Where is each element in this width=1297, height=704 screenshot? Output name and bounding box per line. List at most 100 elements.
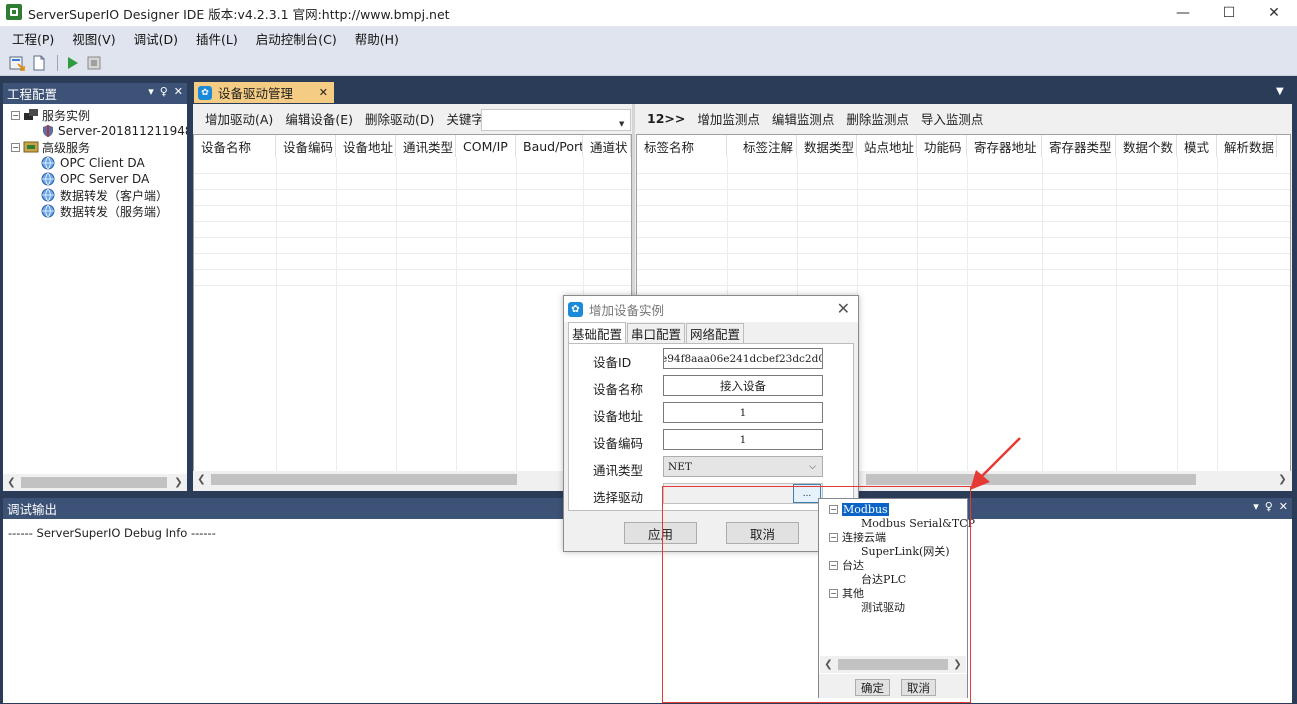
tree-node-forward-client[interactable]: 数据转发（客户端） — [11, 187, 187, 203]
project-tree: − 服务实例 Server-20181121194812 − 高级服务 OPC … — [3, 104, 187, 219]
column-header[interactable]: 标签名称 — [637, 135, 727, 157]
column-header[interactable]: 解析数据 — [1217, 135, 1277, 157]
menu-debug[interactable]: 调试(D) — [128, 29, 184, 48]
tab-device-driver-manager[interactable]: ✿ 设备驱动管理 ✕ — [194, 82, 334, 103]
scroll-thumb[interactable] — [211, 474, 517, 485]
device-id-label: 设备ID — [593, 355, 632, 370]
scroll-left-icon[interactable]: ❮ — [193, 471, 210, 488]
page-indicator[interactable]: 12>> — [647, 111, 685, 126]
pin-icon[interactable]: ♀ — [160, 85, 168, 98]
minimize-button[interactable]: — — [1160, 0, 1206, 26]
debug-panel-title: 调试输出 — [7, 502, 58, 517]
overflow-dropdown-icon[interactable]: ▼ — [619, 120, 629, 130]
add-driver-button[interactable]: 增加驱动(A) — [205, 109, 273, 128]
scroll-right-icon[interactable]: ❯ — [1274, 471, 1291, 488]
tag-grid-header: 标签名称 标签注解 数据类型 站点地址 功能码 寄存器地址 寄存器类型 数据个数… — [637, 135, 1290, 157]
column-header[interactable]: 数据个数 — [1116, 135, 1177, 157]
grid-row-line — [194, 173, 631, 174]
delete-driver-button[interactable]: 删除驱动(D) — [365, 109, 434, 128]
device-grid-header: 设备名称 设备编码 设备地址 通讯类型 COM/IP Baud/Port 通道状 — [194, 135, 631, 157]
tab-label: 设备驱动管理 — [218, 86, 294, 101]
tab-list-dropdown-icon[interactable]: ▼ — [1276, 86, 1284, 97]
add-monitor-point-button[interactable]: 增加监测点 — [697, 109, 760, 128]
chevron-down-icon: ⌵ — [809, 461, 816, 472]
debug-output-text: ------ ServerSuperIO Debug Info ------ — [8, 526, 216, 540]
column-header[interactable]: 站点地址 — [857, 135, 917, 157]
comm-type-select[interactable]: NET ⌵ — [663, 456, 823, 477]
menu-project[interactable]: 工程(P) — [6, 29, 60, 48]
menu-plugin[interactable]: 插件(L) — [190, 29, 244, 48]
project-panel-hscrollbar[interactable]: ❮ ❯ — [3, 474, 187, 491]
new-file-icon[interactable] — [30, 54, 48, 72]
menu-help[interactable]: 帮助(H) — [349, 29, 405, 48]
device-id-field[interactable]: e94f8aaa06e241dcbef23dc2d0 — [663, 348, 823, 369]
tree-node-opc-client[interactable]: OPC Client DA — [11, 155, 187, 171]
device-address-field[interactable]: 1 — [663, 402, 823, 423]
collapse-toggle-icon[interactable]: − — [11, 142, 20, 152]
column-header[interactable]: Baud/Port — [516, 135, 583, 157]
tab-basic-config[interactable]: 基础配置 — [568, 322, 627, 343]
tab-close-icon[interactable]: ✕ — [319, 86, 328, 99]
gear-icon: ✿ — [198, 85, 212, 100]
column-header[interactable]: 标签注解 — [727, 135, 797, 157]
tree-node-server[interactable]: Server-20181121194812 — [11, 123, 187, 139]
edit-device-button[interactable]: 编辑设备(E) — [285, 109, 353, 128]
tree-node-opc-server[interactable]: OPC Server DA — [11, 171, 187, 187]
device-name-label: 设备名称 — [593, 382, 644, 397]
grid-row-line — [637, 173, 1290, 174]
project-panel-header: 工程配置 ▾ ♀ ✕ — [3, 83, 187, 104]
tree-node-advanced-services[interactable]: − 高级服务 — [11, 139, 187, 155]
grid-row-line — [194, 221, 631, 222]
tab-network-config[interactable]: 网络配置 — [686, 323, 745, 343]
close-button[interactable]: ✕ — [1251, 0, 1297, 26]
server-group-icon — [23, 108, 39, 122]
pin-icon[interactable]: ♀ — [1265, 500, 1273, 513]
maximize-button[interactable]: ☐ — [1206, 0, 1252, 26]
scroll-thumb[interactable] — [21, 477, 167, 488]
device-address-label: 设备地址 — [593, 409, 644, 424]
device-name-field[interactable]: 接入设备 — [663, 375, 823, 396]
import-monitor-point-button[interactable]: 导入监测点 — [921, 109, 984, 128]
column-header[interactable]: 模式 — [1177, 135, 1217, 157]
column-header[interactable]: 数据类型 — [797, 135, 857, 157]
scroll-right-icon[interactable]: ❯ — [170, 474, 187, 491]
run-icon[interactable] — [63, 54, 81, 72]
keyword-input[interactable] — [481, 109, 631, 131]
tree-node-service-instance[interactable]: − 服务实例 — [11, 107, 187, 123]
new-project-icon[interactable] — [8, 54, 26, 72]
grid-row-line — [637, 285, 1290, 286]
column-header[interactable]: 设备名称 — [194, 135, 276, 157]
column-header[interactable]: 寄存器地址 — [967, 135, 1042, 157]
scroll-left-icon[interactable]: ❮ — [3, 474, 20, 491]
column-header[interactable]: 设备地址 — [336, 135, 396, 157]
column-header[interactable]: 通讯类型 — [396, 135, 456, 157]
menu-console[interactable]: 启动控制台(C) — [250, 29, 343, 48]
column-header[interactable]: 通道状 — [583, 135, 631, 157]
collapse-toggle-icon[interactable]: − — [11, 110, 20, 120]
dialog-title: 增加设备实例 — [589, 302, 665, 318]
panel-menu-icon[interactable]: ▾ — [148, 85, 154, 98]
panel-close-icon[interactable]: ✕ — [174, 85, 183, 98]
dialog-title-bar: ✿ 增加设备实例 ✕ — [564, 296, 858, 322]
column-header[interactable]: 设备编码 — [276, 135, 336, 157]
column-header[interactable]: 功能码 — [917, 135, 967, 157]
dialog-tabs: 基础配置 串口配置 网络配置 — [568, 322, 745, 343]
tree-node-forward-server[interactable]: 数据转发（服务端） — [11, 203, 187, 219]
column-header[interactable]: 寄存器类型 — [1042, 135, 1116, 157]
panel-menu-icon[interactable]: ▾ — [1253, 500, 1259, 513]
select-driver-label: 选择驱动 — [593, 490, 644, 505]
globe-icon — [41, 204, 57, 218]
scroll-thumb[interactable] — [866, 474, 1196, 485]
menu-view[interactable]: 视图(V) — [66, 29, 121, 48]
panel-close-icon[interactable]: ✕ — [1279, 500, 1288, 513]
edit-monitor-point-button[interactable]: 编辑监测点 — [772, 109, 835, 128]
stop-icon[interactable] — [85, 54, 103, 72]
globe-icon — [41, 156, 57, 170]
column-header[interactable]: COM/IP — [456, 135, 516, 157]
tab-serial-config[interactable]: 串口配置 — [627, 323, 686, 343]
window-title: ServerSuperIO Designer IDE 版本:v4.2.3.1 官… — [28, 7, 450, 22]
device-code-field[interactable]: 1 — [663, 429, 823, 450]
toolbar-separator — [57, 54, 58, 71]
dialog-close-icon[interactable]: ✕ — [837, 299, 850, 318]
delete-monitor-point-button[interactable]: 删除监测点 — [846, 109, 909, 128]
